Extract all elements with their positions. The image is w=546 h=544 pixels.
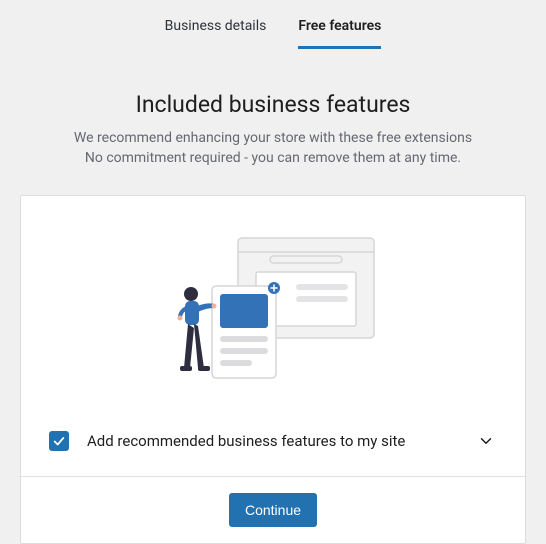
onboarding-illustration [168, 236, 378, 386]
page-subtitle: We recommend enhancing your store with t… [20, 128, 526, 169]
illustration [45, 226, 501, 386]
tab-free-features[interactable]: Free features [298, 18, 381, 49]
check-icon [52, 434, 66, 448]
tabs: Business details Free features [0, 0, 546, 49]
option-row[interactable]: Add recommended business features to my … [45, 430, 501, 452]
page-header: Included business features We recommend … [0, 91, 546, 169]
page-title: Included business features [20, 91, 526, 118]
continue-button[interactable]: Continue [229, 493, 317, 527]
card-footer: Continue [21, 476, 525, 543]
checkbox-add-features[interactable] [49, 431, 69, 451]
subtitle-line-2: No commitment required - you can remove … [85, 150, 461, 166]
features-card: Add recommended business features to my … [20, 195, 526, 544]
card-body: Add recommended business features to my … [21, 196, 525, 476]
tab-business-details[interactable]: Business details [165, 18, 267, 49]
chevron-down-icon [477, 432, 495, 450]
subtitle-line-1: We recommend enhancing your store with t… [74, 130, 472, 146]
expand-toggle[interactable] [475, 430, 497, 452]
option-label: Add recommended business features to my … [87, 432, 457, 450]
